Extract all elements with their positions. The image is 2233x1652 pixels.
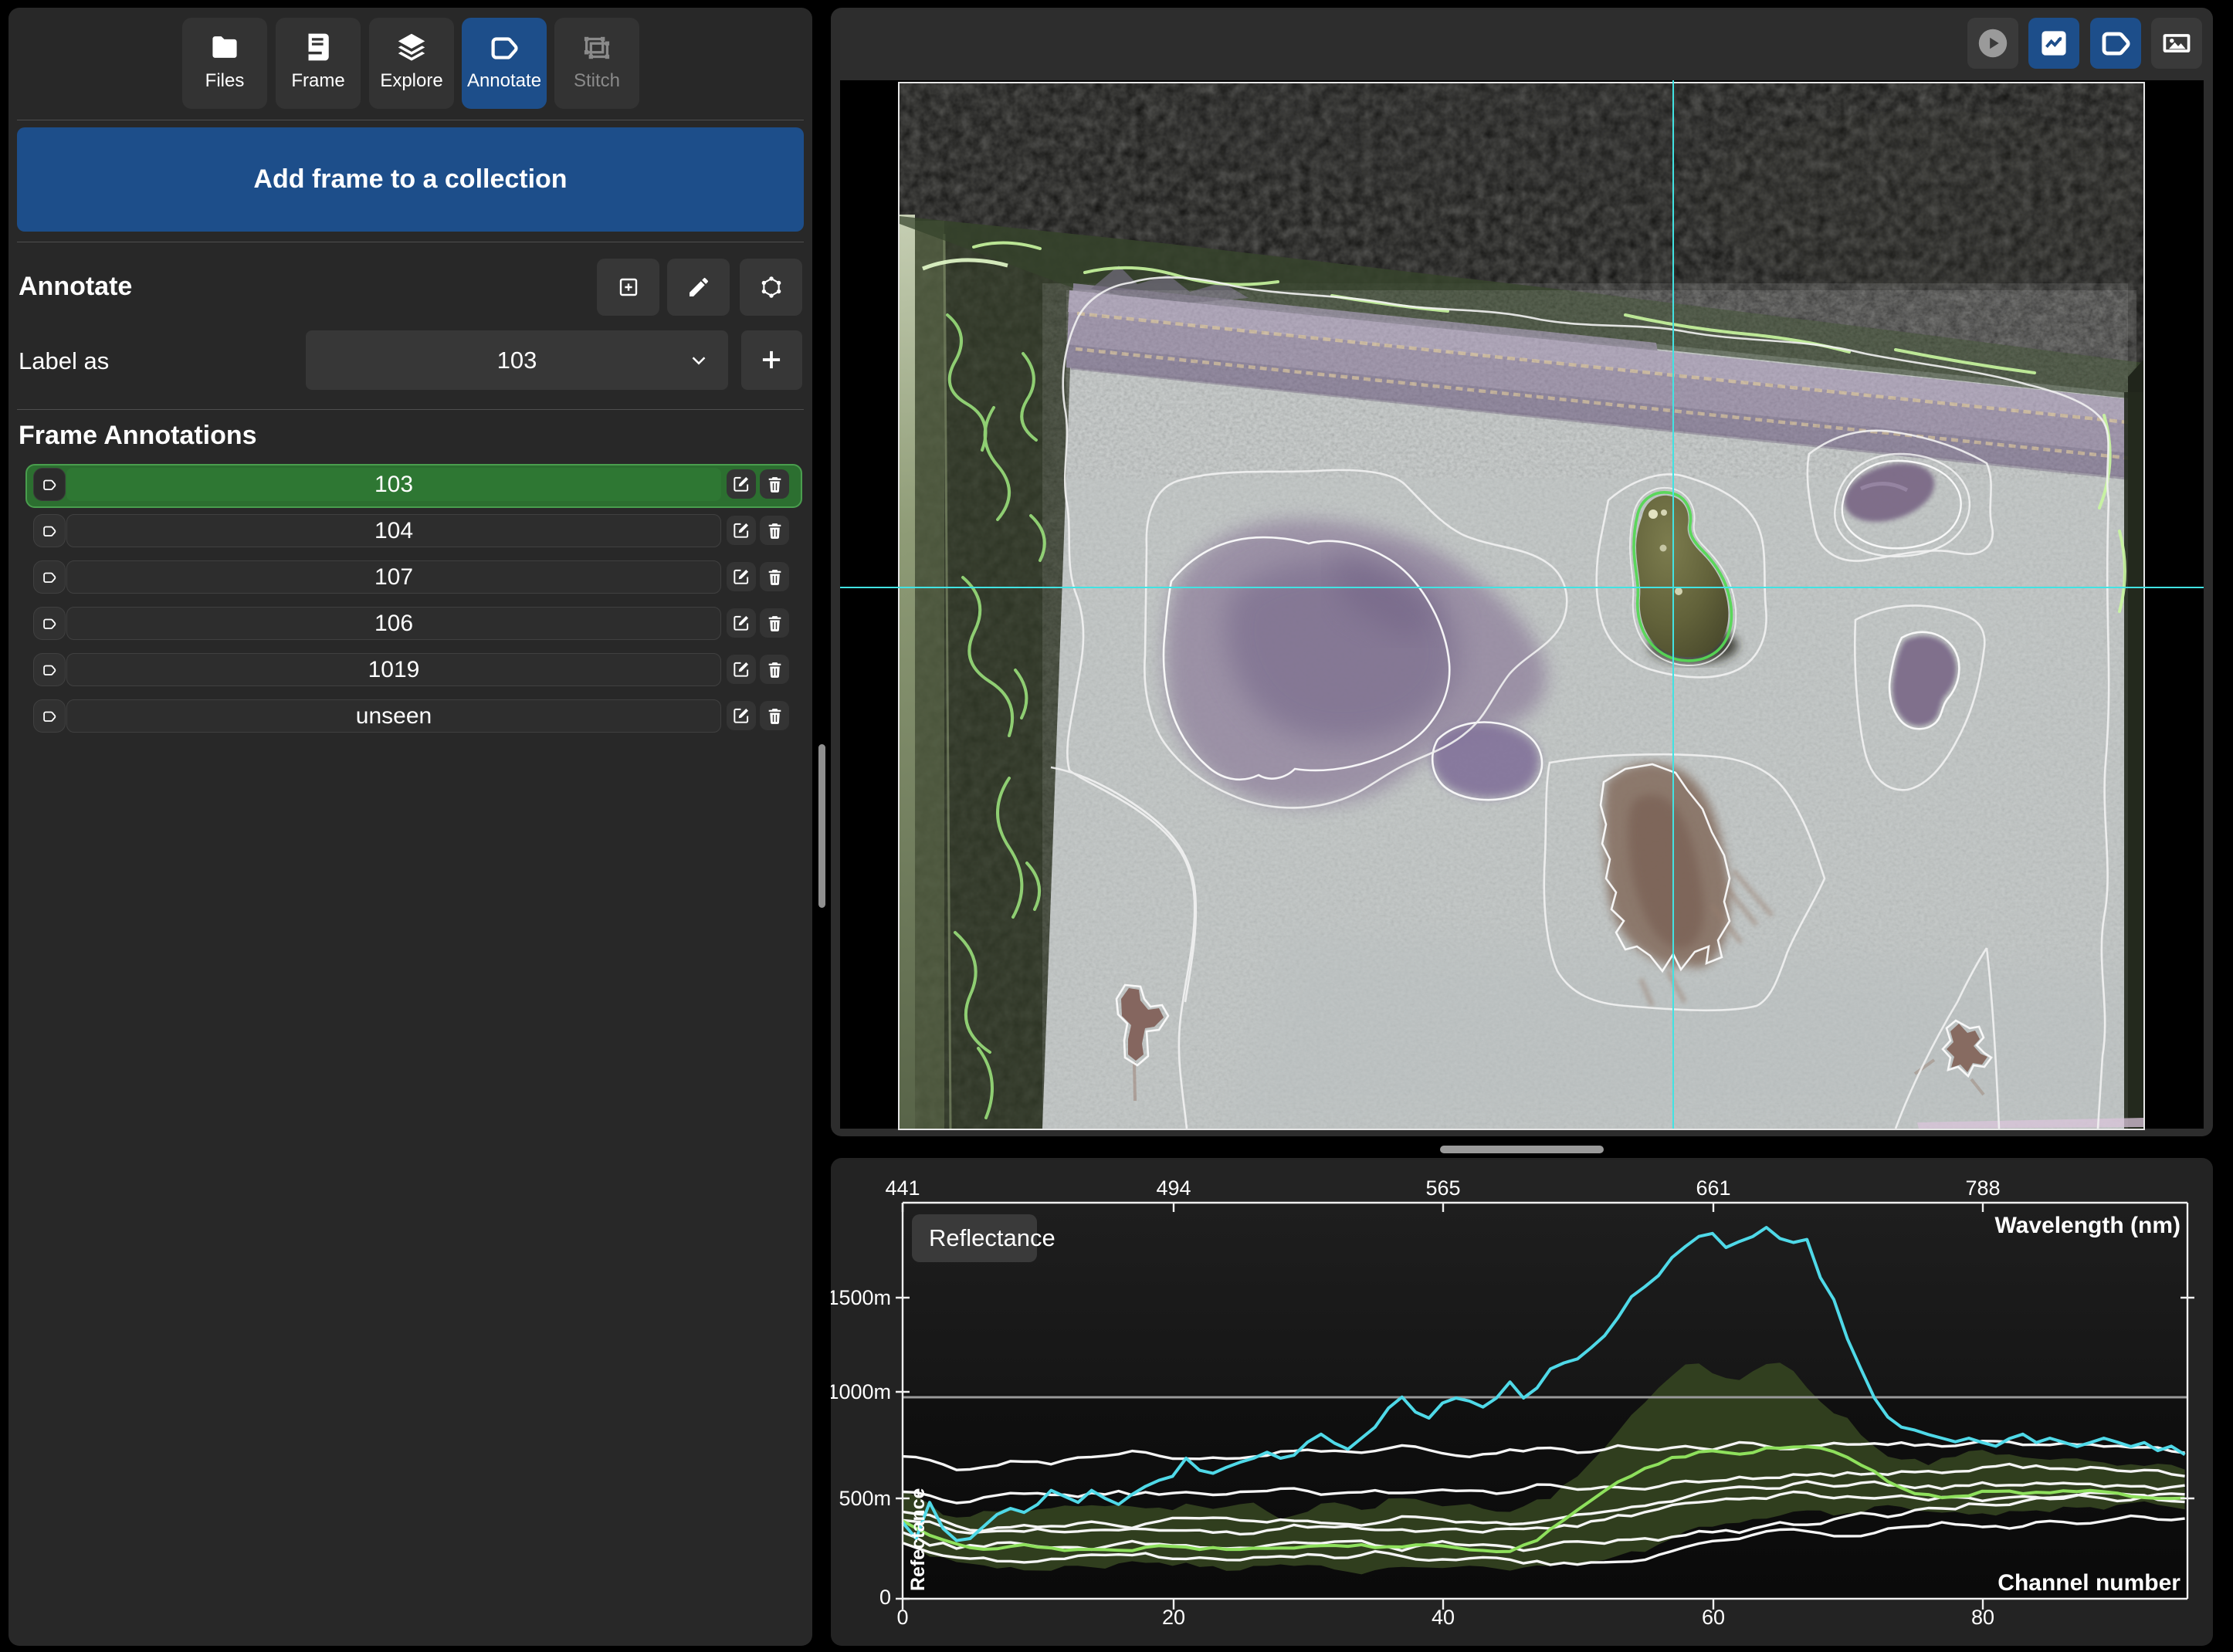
svg-text:Reflectance: Reflectance [929,1224,1056,1251]
svg-text:0: 0 [896,1606,908,1629]
svg-text:Wavelength (nm): Wavelength (nm) [1994,1213,2180,1238]
svg-text:60: 60 [1702,1606,1725,1629]
svg-text:441: 441 [885,1176,920,1200]
svg-text:Channel number: Channel number [1998,1570,2180,1596]
svg-text:788: 788 [1965,1176,2000,1200]
svg-text:40: 40 [1432,1606,1455,1629]
svg-text:661: 661 [1696,1176,1730,1200]
svg-text:1500m: 1500m [831,1286,891,1309]
svg-text:500m: 500m [839,1487,891,1510]
svg-text:565: 565 [1425,1176,1460,1200]
svg-text:80: 80 [1971,1606,1994,1629]
svg-text:Refectance: Refectance [907,1488,929,1591]
svg-text:494: 494 [1156,1176,1191,1200]
svg-text:0: 0 [879,1586,891,1609]
svg-text:20: 20 [1162,1606,1185,1629]
svg-text:1000m: 1000m [831,1380,891,1403]
